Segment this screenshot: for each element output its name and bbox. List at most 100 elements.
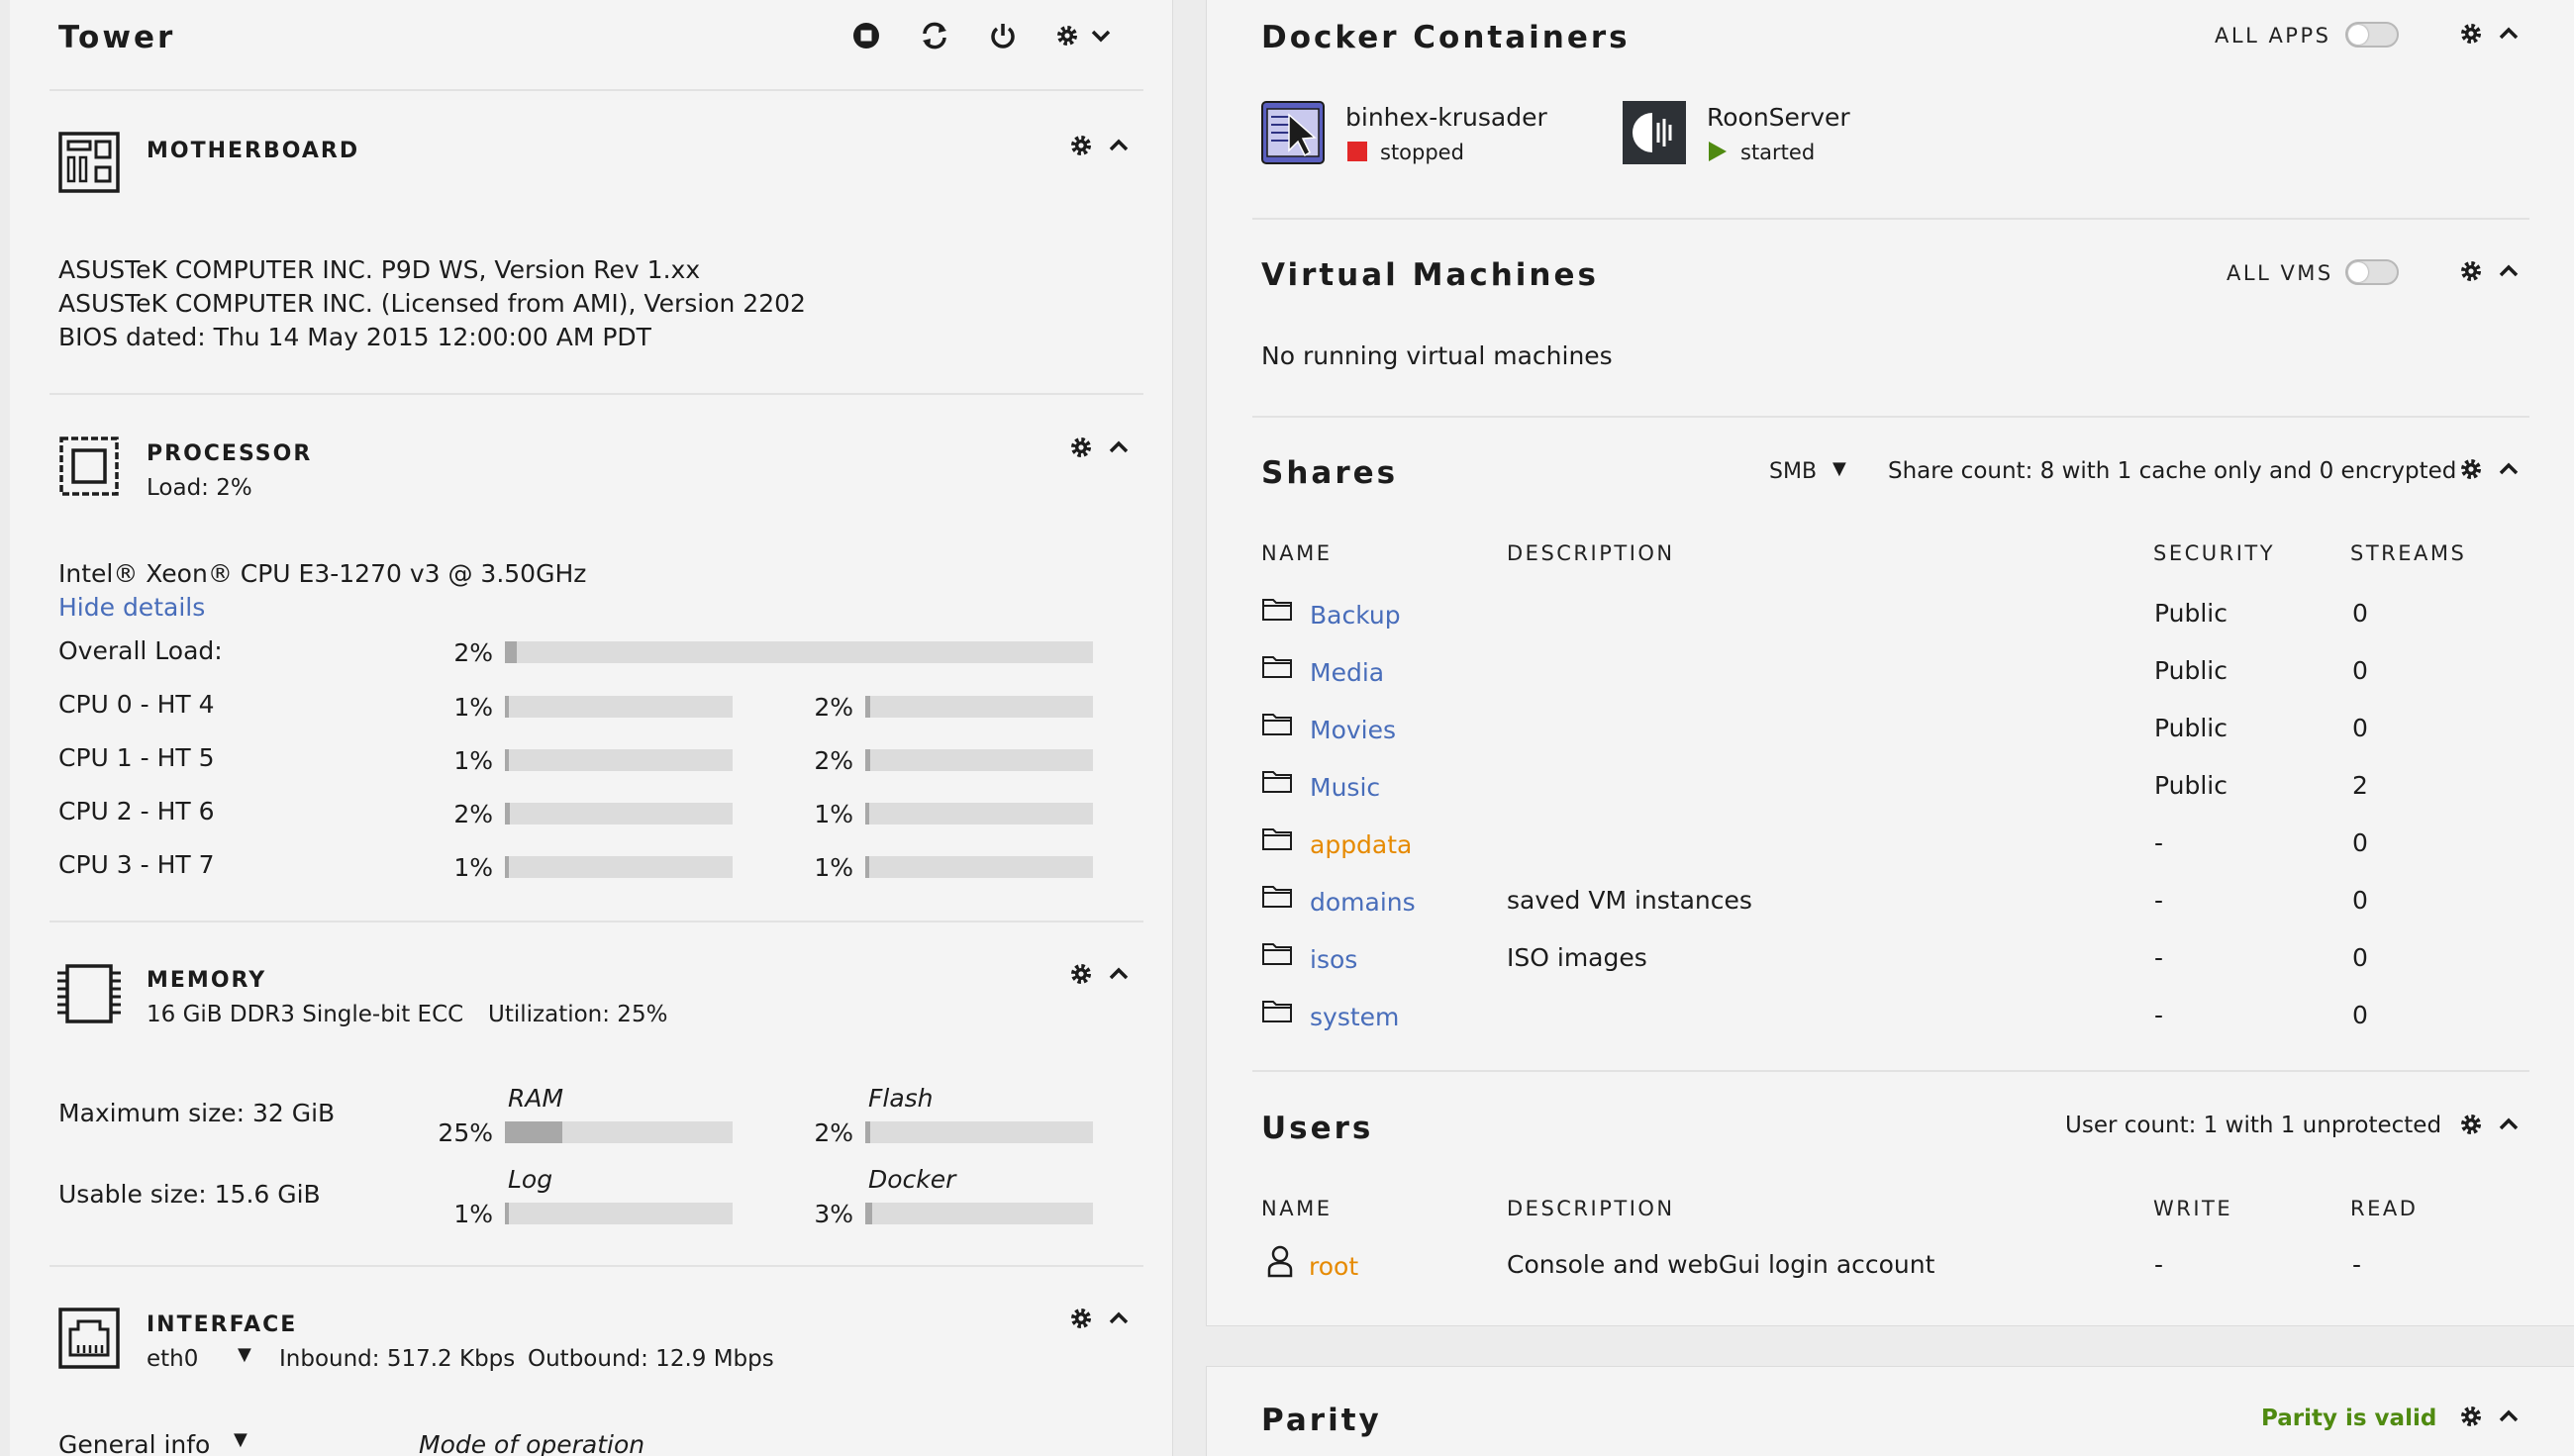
cpu-pct: 1% <box>814 853 853 882</box>
gear-icon[interactable] <box>1069 1307 1093 1330</box>
cpu-bar-fill <box>865 749 870 771</box>
container-name[interactable]: binhex-krusader <box>1345 103 1547 132</box>
divider <box>1252 218 2529 220</box>
motherboard-controls <box>1069 134 1131 157</box>
chevron-up-icon[interactable] <box>2497 22 2521 46</box>
folder-icon <box>1262 656 1292 678</box>
share-name-link[interactable]: Backup <box>1310 601 1401 630</box>
share-name-link[interactable]: domains <box>1310 888 1416 917</box>
share-name-link[interactable]: Music <box>1310 773 1380 802</box>
parity-title: Parity <box>1261 1403 1382 1438</box>
cpu-pct: 2% <box>814 746 853 775</box>
column-header[interactable]: SECURITY <box>2153 541 2275 565</box>
power-icon[interactable] <box>988 21 1018 50</box>
folder-icon <box>1262 886 1292 908</box>
divider <box>50 921 1143 922</box>
share-streams: 0 <box>2352 886 2368 915</box>
column-header[interactable]: STREAMS <box>2350 541 2466 565</box>
folder-icon <box>1262 714 1292 735</box>
cpu-bar <box>865 696 1093 718</box>
cpu-bar <box>505 749 733 771</box>
folder-icon <box>1262 599 1292 621</box>
user-desc: Console and webGui login account <box>1507 1250 1935 1279</box>
folder-icon <box>1262 943 1292 965</box>
all-apps-toggle[interactable] <box>2345 22 2399 48</box>
container-name[interactable]: RoonServer <box>1707 103 1850 132</box>
gear-icon[interactable] <box>2459 1405 2483 1428</box>
docker-label: Docker <box>868 1165 956 1194</box>
nic-dropdown-icon[interactable]: ▼ <box>238 1344 251 1365</box>
parity-panel: Parity Parity is valid <box>1206 1366 2574 1456</box>
tower-title: Tower <box>58 20 176 55</box>
general-info-dropdown-icon[interactable]: ▼ <box>234 1429 248 1450</box>
chevron-up-icon[interactable] <box>1107 962 1131 986</box>
chevron-up-icon[interactable] <box>1107 436 1131 459</box>
cpu-pct: 2% <box>814 693 853 722</box>
log-bar <box>505 1203 733 1224</box>
refresh-icon[interactable] <box>919 20 950 51</box>
gear-icon[interactable] <box>1069 134 1093 157</box>
processor-controls <box>1069 436 1131 459</box>
share-protocol-dropdown-icon[interactable]: ▼ <box>1832 458 1846 479</box>
cpu-bar-fill <box>505 749 509 771</box>
chevron-up-icon[interactable] <box>2497 1113 2521 1136</box>
column-header[interactable]: READ <box>2350 1197 2418 1220</box>
cpu-label: CPU 1 - HT 5 <box>58 743 215 772</box>
share-security: - <box>2154 1001 2164 1029</box>
share-protocol-select[interactable]: SMB <box>1769 459 1817 484</box>
column-header[interactable]: DESCRIPTION <box>1507 1197 1675 1220</box>
cpu-bar <box>505 803 733 825</box>
share-security: Public <box>2154 599 2228 628</box>
gear-icon[interactable] <box>1069 436 1093 459</box>
gear-icon[interactable] <box>1055 24 1079 48</box>
motherboard-line: ASUSTeK COMPUTER INC. P9D WS, Version Re… <box>58 255 701 284</box>
column-header[interactable]: NAME <box>1261 1197 1332 1220</box>
chevron-up-icon[interactable] <box>1107 1307 1131 1330</box>
network-port-icon <box>58 1308 120 1369</box>
column-header[interactable]: DESCRIPTION <box>1507 541 1675 565</box>
share-name-link[interactable]: appdata <box>1310 830 1412 859</box>
users-controls <box>2459 1113 2521 1136</box>
gear-icon[interactable] <box>2459 259 2483 283</box>
user-name-link[interactable]: root <box>1309 1252 1358 1281</box>
roon-app-icon[interactable] <box>1623 101 1686 164</box>
share-name-link[interactable]: system <box>1310 1003 1399 1031</box>
gear-icon[interactable] <box>2459 1113 2483 1136</box>
flash-label: Flash <box>868 1084 934 1113</box>
chevron-up-icon[interactable] <box>2497 457 2521 481</box>
share-security: - <box>2154 943 2164 972</box>
divider <box>50 1265 1143 1267</box>
column-header[interactable]: WRITE <box>2153 1197 2232 1220</box>
cpu-bar-fill <box>865 856 869 878</box>
share-name-link[interactable]: isos <box>1310 945 1357 974</box>
share-name-link[interactable]: Movies <box>1310 716 1396 744</box>
cpu-pct: 2% <box>453 800 493 828</box>
stop-icon[interactable] <box>851 21 881 50</box>
chevron-down-icon[interactable] <box>1089 24 1113 48</box>
play-icon <box>1709 142 1727 161</box>
krusader-app-icon[interactable] <box>1261 101 1325 164</box>
gear-icon[interactable] <box>2459 457 2483 481</box>
share-security: Public <box>2154 656 2228 685</box>
share-streams: 0 <box>2352 828 2368 857</box>
interface-heading: INTERFACE <box>147 1312 298 1337</box>
cpu-label: CPU 0 - HT 4 <box>58 690 215 719</box>
share-streams: 0 <box>2352 599 2368 628</box>
all-vms-toggle[interactable] <box>2345 259 2399 285</box>
hide-details-link[interactable]: Hide details <box>58 593 205 622</box>
chevron-up-icon[interactable] <box>2497 1405 2521 1428</box>
nic-select[interactable]: eth0 <box>147 1346 198 1372</box>
general-info-select[interactable]: General info <box>58 1430 210 1456</box>
gear-icon[interactable] <box>1069 962 1093 986</box>
column-header[interactable]: NAME <box>1261 541 1332 565</box>
users-summary: User count: 1 with 1 unprotected <box>2065 1113 2442 1138</box>
share-name-link[interactable]: Media <box>1310 658 1384 687</box>
share-security: - <box>2154 886 2164 915</box>
ram-bar <box>505 1121 733 1143</box>
share-streams: 2 <box>2352 771 2368 800</box>
chevron-up-icon[interactable] <box>1107 134 1131 157</box>
chevron-up-icon[interactable] <box>2497 259 2521 283</box>
cpu-pct: 1% <box>814 800 853 828</box>
gear-icon[interactable] <box>2459 22 2483 46</box>
divider <box>1252 1070 2529 1072</box>
